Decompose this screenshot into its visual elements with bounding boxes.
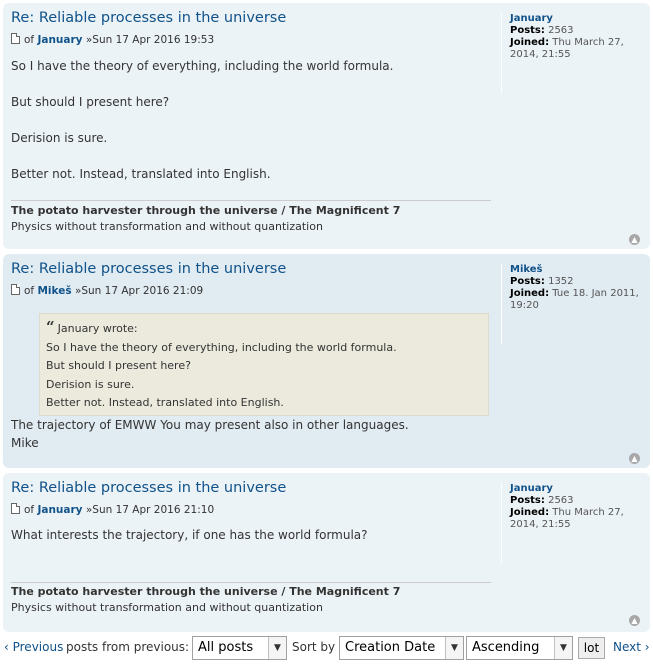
- post-meta: of January »Sun 17 Apr 2016 19:53: [11, 33, 214, 46]
- post-3: Re: Reliable processes in the universe o…: [3, 473, 650, 632]
- post-profile: January Posts: 2563 Joined: Thu March 27…: [501, 13, 653, 93]
- post-by-label: of: [24, 504, 35, 516]
- go-button[interactable]: lot: [578, 637, 605, 659]
- post-content: What interests the trajectory, if one ha…: [11, 526, 491, 544]
- post-paragraph: Mike: [11, 436, 39, 450]
- post-paragraph: Better not. Instead, translated into Eng…: [11, 167, 271, 181]
- post-by-label: of: [24, 285, 35, 297]
- post-2: Re: Reliable processes in the universe o…: [3, 254, 650, 468]
- profile-posts-count: 1352: [548, 276, 574, 287]
- post-date: »Sun 17 Apr 2016 21:09: [74, 285, 204, 297]
- quote-line: So I have the theory of everything, incl…: [46, 340, 397, 354]
- profile-posts-count: 2563: [548, 495, 574, 506]
- signature-text: Physics without transformation and witho…: [11, 220, 323, 233]
- profile-posts-label: Posts:: [510, 495, 545, 506]
- post-paragraph: Derision is sure.: [11, 131, 108, 145]
- posts-from-value: All posts: [198, 640, 254, 655]
- post-document-icon[interactable]: [11, 284, 20, 295]
- post-date: »Sun 17 Apr 2016 21:10: [85, 504, 215, 516]
- post-author-link[interactable]: January: [37, 504, 82, 516]
- quote-cite: “January wrote:: [46, 318, 482, 339]
- chevron-down-icon: ▼: [554, 637, 572, 659]
- signature-divider: [11, 200, 491, 201]
- signature-title: The potato harvester through the univers…: [11, 204, 401, 217]
- profile-joined-label: Joined:: [510, 37, 550, 48]
- post-paragraph: So I have the theory of everything, incl…: [11, 59, 394, 73]
- post-author-link[interactable]: January: [37, 34, 82, 46]
- post-paragraph: But should I present here?: [11, 95, 170, 109]
- sort-by-label: Sort by: [292, 640, 336, 654]
- post-title[interactable]: Re: Reliable processes in the universe: [11, 480, 286, 496]
- post-document-icon[interactable]: [11, 503, 20, 514]
- post-quote: “January wrote: So I have the theory of …: [39, 313, 489, 416]
- chevron-down-icon: ▼: [445, 637, 463, 659]
- next-topic-link[interactable]: Next ›: [613, 640, 650, 654]
- post-meta: of Mikeš »Sun 17 Apr 2016 21:09: [11, 284, 203, 297]
- post-author-link[interactable]: Mikeš: [37, 285, 71, 297]
- post-signature: The potato harvester through the univers…: [11, 203, 491, 235]
- back-to-top-icon[interactable]: ▲: [629, 234, 640, 245]
- sort-key-value: Creation Date: [345, 640, 436, 655]
- quote-cite-text: January wrote:: [57, 322, 138, 335]
- post-document-icon[interactable]: [11, 33, 20, 44]
- posts-from-label: posts from previous:: [66, 640, 190, 654]
- posts-from-select[interactable]: All posts ▼: [192, 636, 287, 660]
- post-by-label: of: [24, 34, 35, 46]
- sort-order-value: Ascending: [472, 640, 540, 655]
- post-content: The trajectory of EMWW You may present a…: [11, 416, 491, 452]
- profile-username[interactable]: January: [510, 483, 653, 495]
- post-profile: Mikeš Posts: 1352 Joined: Tue 18. Jan 20…: [501, 264, 653, 344]
- post-date: »Sun 17 Apr 2016 19:53: [85, 34, 215, 46]
- post-profile: January Posts: 2563 Joined: Thu March 27…: [501, 483, 653, 563]
- post-paragraph: What interests the trajectory, if one ha…: [11, 528, 368, 542]
- post-content: So I have the theory of everything, incl…: [11, 57, 491, 183]
- back-to-top-icon[interactable]: ▲: [629, 453, 640, 464]
- previous-topic-link[interactable]: ‹ Previous: [4, 640, 63, 654]
- quote-line: But should I present here?: [46, 359, 191, 372]
- profile-username[interactable]: Mikeš: [510, 264, 653, 276]
- profile-joined-label: Joined:: [510, 507, 550, 518]
- profile-posts-label: Posts:: [510, 25, 545, 36]
- post-signature: The potato harvester through the univers…: [11, 584, 491, 616]
- quote-mark-icon: “: [46, 318, 55, 336]
- post-meta: of January »Sun 17 Apr 2016 21:10: [11, 503, 214, 516]
- back-to-top-icon[interactable]: ▲: [629, 615, 640, 626]
- sort-key-select[interactable]: Creation Date ▼: [339, 636, 464, 660]
- post-1: Re: Reliable processes in the universe o…: [3, 3, 650, 249]
- quote-line: Better not. Instead, translated into Eng…: [46, 396, 284, 409]
- profile-joined-label: Joined:: [510, 288, 550, 299]
- quote-line: Derision is sure.: [46, 377, 135, 391]
- post-title[interactable]: Re: Reliable processes in the universe: [11, 261, 286, 277]
- chevron-down-icon: ▼: [268, 637, 286, 659]
- signature-text: Physics without transformation and witho…: [11, 601, 323, 614]
- signature-divider: [11, 582, 491, 583]
- profile-posts-label: Posts:: [510, 276, 545, 287]
- profile-posts-count: 2563: [548, 25, 574, 36]
- sort-order-select[interactable]: Ascending ▼: [466, 636, 573, 660]
- signature-title: The potato harvester through the univers…: [11, 585, 401, 598]
- post-title[interactable]: Re: Reliable processes in the universe: [11, 10, 286, 26]
- topic-sort-bar: ‹ Previous posts from previous: All post…: [0, 636, 653, 662]
- profile-username[interactable]: January: [510, 13, 653, 25]
- post-paragraph: The trajectory of EMWW You may present a…: [11, 418, 409, 432]
